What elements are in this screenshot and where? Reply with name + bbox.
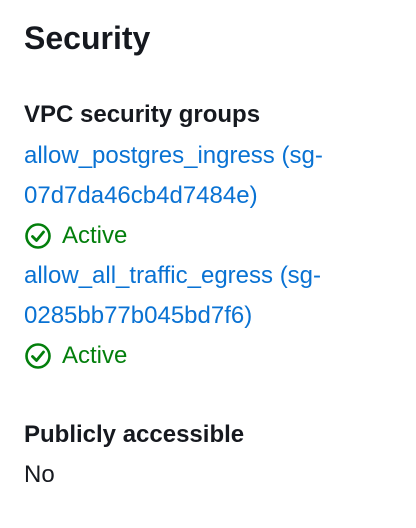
check-circle-icon <box>24 342 52 370</box>
security-panel: Security VPC security groups allow_postg… <box>0 0 416 528</box>
publicly-accessible-label: Publicly accessible <box>24 421 245 448</box>
section-title: Security <box>24 20 151 56</box>
security-group-link-line: 0285bb77b045bd7f6) <box>24 302 253 329</box>
status-text: Active <box>62 342 128 369</box>
security-group-link-allow-all-traffic-egress[interactable]: allow_all_traffic_egress (sg- 0285bb77b0… <box>24 256 384 336</box>
security-group-status: Active <box>24 336 392 376</box>
security-group-item: allow_postgres_ingress (sg- 07d7da46cb4d… <box>24 136 392 256</box>
security-group-link-line: allow_postgres_ingress (sg- <box>24 142 323 169</box>
security-group-link-allow-postgres-ingress[interactable]: allow_postgres_ingress (sg- 07d7da46cb4d… <box>24 136 384 216</box>
security-group-status: Active <box>24 216 392 256</box>
publicly-accessible-value: No <box>24 461 55 488</box>
vpc-security-groups-label: VPC security groups <box>24 101 261 128</box>
security-group-item: allow_all_traffic_egress (sg- 0285bb77b0… <box>24 256 392 376</box>
security-group-link-line: allow_all_traffic_egress (sg- <box>24 262 322 289</box>
check-circle-icon <box>24 222 52 250</box>
security-group-list: allow_postgres_ingress (sg- 07d7da46cb4d… <box>24 136 392 376</box>
security-group-link-line: 07d7da46cb4d7484e) <box>24 182 258 209</box>
status-text: Active <box>62 222 128 249</box>
